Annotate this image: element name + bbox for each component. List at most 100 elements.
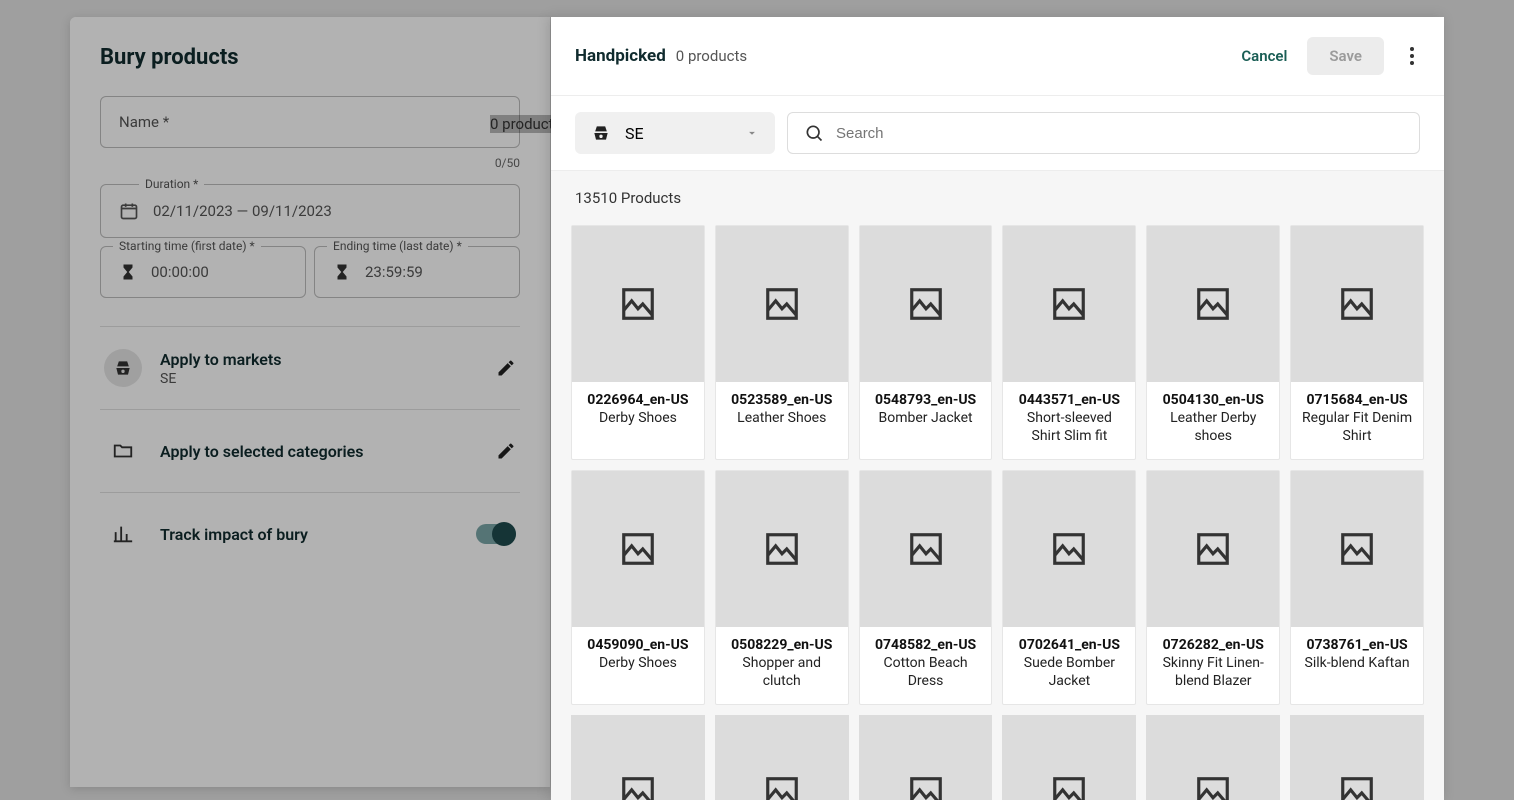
product-sku: 0523589_en-US xyxy=(724,392,840,408)
product-card[interactable]: 0508229_en-USShopper and clutch xyxy=(715,470,849,705)
cancel-button[interactable]: Cancel xyxy=(1241,47,1287,65)
product-card[interactable]: 0702641_en-US Suede Bomber Jacket xyxy=(1002,470,1136,705)
product-thumbnail xyxy=(1003,471,1135,627)
basket-icon xyxy=(591,123,611,143)
handpicked-count: 0 products xyxy=(676,47,747,65)
end-time-field[interactable]: Ending time (last date) * 23:59:59 xyxy=(314,246,520,298)
product-info: 0226964_en-USDerby Shoes xyxy=(572,382,704,442)
product-thumbnail xyxy=(1291,226,1423,382)
product-name: Short-sleeved Shirt Slim fit xyxy=(1011,410,1127,445)
product-info: 0748582_en-USCotton Beach Dress xyxy=(860,627,992,704)
chevron-down-icon xyxy=(745,126,759,140)
basket-icon xyxy=(104,349,142,387)
name-char-counter: 0/50 xyxy=(100,156,520,170)
start-time-field[interactable]: Starting time (first date) * 00:00:00 xyxy=(100,246,306,298)
product-card[interactable]: 0523589_en-US Leather Shoes xyxy=(715,225,849,460)
product-card[interactable]: 0715684_en-US Regular Fit Denim Shirt xyxy=(1290,225,1424,460)
hourglass-icon xyxy=(119,263,137,281)
product-card[interactable]: 0459090_en-US Derby Shoes xyxy=(571,470,705,705)
products-total: 13510 Products xyxy=(575,189,1420,207)
panel-title: Bury products xyxy=(100,45,520,70)
product-sku: 0726282_en-US xyxy=(1155,637,1271,653)
product-thumbnail xyxy=(1291,471,1423,627)
product-sku: 0504130_en-US xyxy=(1155,392,1271,408)
product-sku: 0508229_en-US xyxy=(724,637,840,653)
product-sku: 0459090_en-US xyxy=(580,637,696,653)
start-time-label: Starting time (first date) * xyxy=(113,239,261,253)
search-input[interactable] xyxy=(836,125,1403,142)
product-sku: 0548793_en-US xyxy=(868,392,984,408)
product-thumbnail xyxy=(572,226,704,382)
search-box[interactable] xyxy=(787,112,1420,154)
product-card[interactable]: 0548793_en-US Bomber Jacket xyxy=(859,225,993,460)
product-card[interactable] xyxy=(1290,715,1424,800)
handpicked-header: Handpicked 0 products Cancel Save xyxy=(551,17,1444,96)
product-name: Derby Shoes xyxy=(580,655,696,673)
search-icon xyxy=(804,123,824,143)
bury-products-panel: Bury products Name * 0/50 Duration * 02/… xyxy=(70,17,550,787)
product-card[interactable]: 0748582_en-USCotton Beach Dress xyxy=(859,470,993,705)
product-sku: 0443571_en-US xyxy=(1011,392,1127,408)
product-sku: 0715684_en-US xyxy=(1299,392,1415,408)
product-name: Skinny Fit Linen-blend Blazer xyxy=(1155,655,1271,690)
product-sku: 0748582_en-US xyxy=(868,637,984,653)
product-thumbnail xyxy=(860,226,992,382)
product-info: 0548793_en-US Bomber Jacket xyxy=(860,382,992,442)
more-menu-button[interactable] xyxy=(1404,41,1420,71)
start-time-value: 00:00:00 xyxy=(151,263,209,281)
edit-icon[interactable] xyxy=(496,441,516,461)
track-toggle[interactable] xyxy=(476,524,516,544)
product-info: 0523589_en-US Leather Shoes xyxy=(716,382,848,442)
duration-label: Duration * xyxy=(139,177,204,191)
markets-value: SE xyxy=(160,371,478,387)
product-thumbnail xyxy=(571,715,705,800)
product-thumbnail xyxy=(1003,226,1135,382)
chart-icon xyxy=(104,515,142,553)
product-grid: 0226964_en-USDerby Shoes0523589_en-USLea… xyxy=(571,225,1424,800)
product-thumbnail xyxy=(1147,226,1279,382)
folder-icon xyxy=(104,432,142,470)
duration-field[interactable]: Duration * 02/11/2023 — 09/11/2023 xyxy=(100,184,520,238)
apply-categories-row: Apply to selected categories xyxy=(100,409,520,492)
product-card[interactable] xyxy=(1002,715,1136,800)
product-card[interactable] xyxy=(715,715,849,800)
product-thumbnail xyxy=(859,715,993,800)
product-sku: 0702641_en-US xyxy=(1011,637,1127,653)
calendar-icon xyxy=(119,201,139,221)
save-button[interactable]: Save xyxy=(1307,37,1384,75)
product-name: Bomber Jacket xyxy=(868,410,984,428)
product-card[interactable]: 0226964_en-USDerby Shoes xyxy=(571,225,705,460)
products-scroll-area[interactable]: 13510 Products 0226964_en-USDerby Shoes0… xyxy=(551,171,1444,800)
product-info: 0702641_en-US Suede Bomber Jacket xyxy=(1003,627,1135,704)
product-info: 0443571_en-US Short-sleeved Shirt Slim fi… xyxy=(1003,382,1135,459)
duration-value: 02/11/2023 — 09/11/2023 xyxy=(153,202,332,220)
product-card[interactable]: 0504130_en-US Leather Derby shoes xyxy=(1146,225,1280,460)
product-card[interactable] xyxy=(571,715,705,800)
product-thumbnail xyxy=(572,471,704,627)
product-thumbnail xyxy=(1146,715,1280,800)
product-name: Leather Derby shoes xyxy=(1155,410,1271,445)
end-time-label: Ending time (last date) * xyxy=(327,239,468,253)
product-thumbnail xyxy=(860,471,992,627)
market-select[interactable]: SE xyxy=(575,112,775,154)
product-name: Regular Fit Denim Shirt xyxy=(1299,410,1415,445)
hourglass-icon xyxy=(333,263,351,281)
product-card[interactable]: 0443571_en-US Short-sleeved Shirt Slim fi… xyxy=(1002,225,1136,460)
name-field[interactable]: Name * xyxy=(100,96,520,148)
apply-markets-row: Apply to markets SE xyxy=(100,326,520,409)
handpicked-controls: SE xyxy=(551,96,1444,171)
product-info: 0715684_en-US Regular Fit Denim Shirt xyxy=(1291,382,1423,459)
markets-title: Apply to markets xyxy=(160,350,478,369)
track-title: Track impact of bury xyxy=(160,525,458,544)
categories-title: Apply to selected categories xyxy=(160,442,478,461)
market-value: SE xyxy=(625,124,644,143)
edit-icon[interactable] xyxy=(496,358,516,378)
product-name: Suede Bomber Jacket xyxy=(1011,655,1127,690)
product-card[interactable] xyxy=(859,715,993,800)
product-card[interactable] xyxy=(1146,715,1280,800)
product-sku: 0738761_en-US xyxy=(1299,637,1415,653)
product-name: Leather Shoes xyxy=(724,410,840,428)
product-card[interactable]: 0738761_en-USSilk-blend Kaftan xyxy=(1290,470,1424,705)
product-card[interactable]: 0726282_en-US Skinny Fit Linen-blend Blaz… xyxy=(1146,470,1280,705)
product-sku: 0226964_en-US xyxy=(580,392,696,408)
